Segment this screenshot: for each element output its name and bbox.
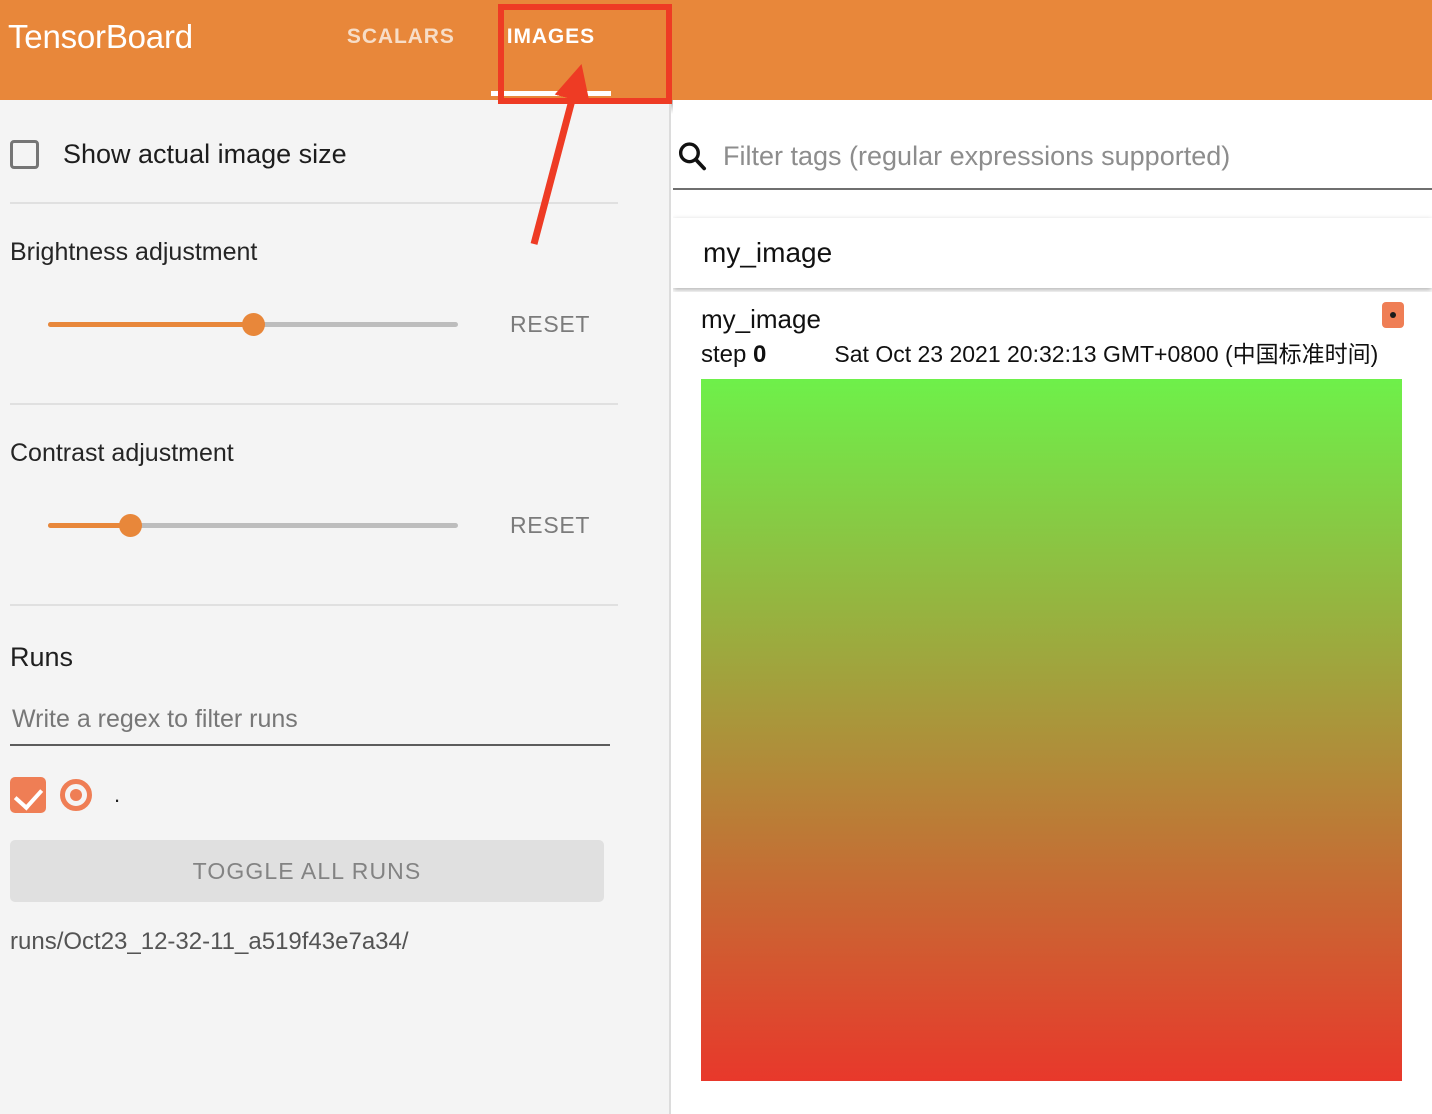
app-header: TensorBoard SCALARS IMAGES: [0, 0, 1432, 100]
brightness-section: Brightness adjustment RESET: [10, 204, 607, 403]
contrast-slider-thumb[interactable]: [119, 514, 142, 537]
image-card-title: my_image: [701, 304, 821, 334]
run-color-chip[interactable]: [1382, 302, 1404, 328]
tag-filter-bar: [673, 124, 1432, 190]
runs-section: Runs . TOGGLE ALL RUNS runs/Oct23_12-32-…: [10, 606, 610, 956]
tag-filter-input[interactable]: [723, 140, 1432, 172]
brightness-title: Brightness adjustment: [10, 238, 258, 266]
contrast-title: Contrast adjustment: [10, 439, 234, 467]
step-value: 0: [753, 341, 767, 369]
tensorboard-app: TensorBoard SCALARS IMAGES Show actual i…: [0, 0, 1432, 1114]
search-icon: [678, 142, 707, 171]
contrast-section: Contrast adjustment RESET: [10, 405, 607, 604]
show-actual-image-size-label: Show actual image size: [63, 138, 347, 169]
brightness-slider-row: RESET: [10, 301, 607, 347]
contrast-reset-button[interactable]: RESET: [510, 512, 590, 539]
show-actual-image-size-checkbox[interactable]: [10, 139, 39, 169]
run-item[interactable]: .: [10, 768, 607, 822]
app-brand: TensorBoard: [8, 18, 193, 55]
main-tabs: SCALARS IMAGES: [321, 20, 621, 100]
main-panel: my_image my_image step 0 Sat Oct 23 2021…: [673, 100, 1432, 1114]
run-checkbox[interactable]: [10, 777, 46, 813]
step-label: step: [701, 341, 747, 369]
tab-scalars[interactable]: SCALARS: [321, 20, 481, 100]
run-name-label: .: [114, 782, 121, 807]
brightness-slider-thumb[interactable]: [242, 313, 265, 336]
run-path-label: runs/Oct23_12-32-11_a519f43e7a34/: [10, 928, 409, 955]
brightness-reset-button[interactable]: RESET: [510, 311, 590, 338]
contrast-slider-fill: [48, 523, 130, 528]
tag-group-title: my_image: [703, 237, 833, 268]
image-card-step: step 0: [701, 341, 766, 369]
image-card-timestamp: Sat Oct 23 2021 20:32:13 GMT+0800 (中国标准时…: [834, 341, 1379, 368]
run-chip-dot-icon: [1390, 312, 1396, 318]
image-card-meta: step 0 Sat Oct 23 2021 20:32:13 GMT+0800…: [701, 335, 1432, 369]
run-color-radio-icon[interactable]: [60, 779, 92, 811]
tab-images[interactable]: IMAGES: [481, 20, 621, 100]
contrast-slider[interactable]: [48, 508, 458, 542]
tag-group-header[interactable]: my_image: [673, 218, 1432, 288]
toggle-all-runs-button[interactable]: TOGGLE ALL RUNS: [10, 840, 604, 902]
sidebar: Show actual image size Brightness adjust…: [0, 100, 671, 1114]
brightness-slider-fill: [48, 322, 253, 327]
runs-filter-input[interactable]: [10, 705, 610, 746]
brightness-slider[interactable]: [48, 307, 458, 341]
image-card: my_image step 0 Sat Oct 23 2021 20:32:13…: [673, 292, 1432, 1082]
runs-title: Runs: [10, 642, 74, 672]
summary-image[interactable]: [701, 379, 1402, 1082]
show-actual-image-size-row[interactable]: Show actual image size: [10, 100, 607, 202]
contrast-slider-row: RESET: [10, 502, 607, 548]
